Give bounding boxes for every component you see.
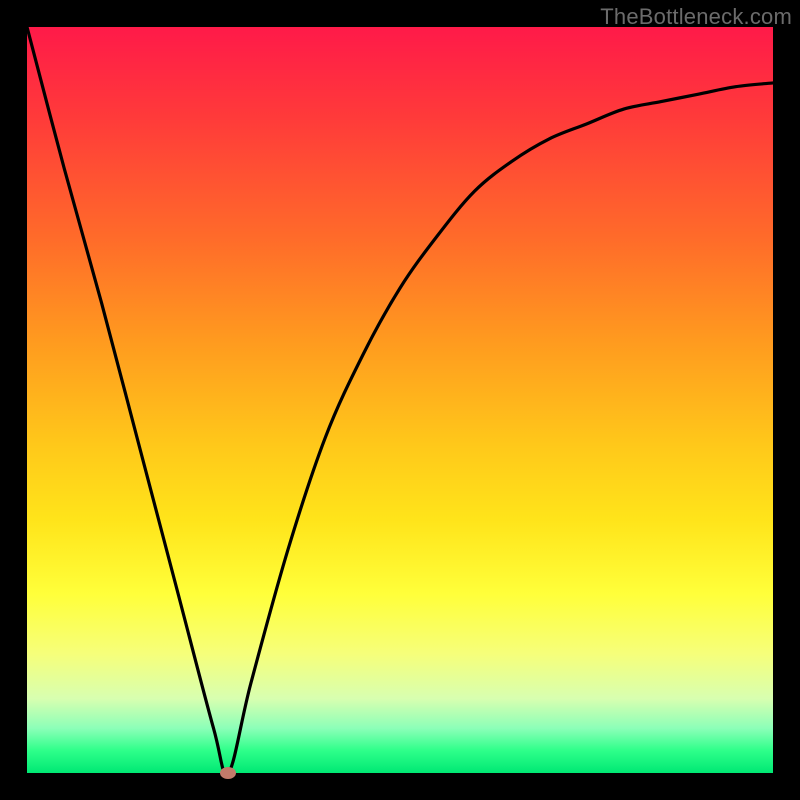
chart-frame: TheBottleneck.com: [0, 0, 800, 800]
plot-area: [27, 27, 773, 773]
minimum-marker: [220, 767, 236, 779]
bottleneck-curve: [27, 27, 773, 773]
watermark-text: TheBottleneck.com: [600, 4, 792, 30]
